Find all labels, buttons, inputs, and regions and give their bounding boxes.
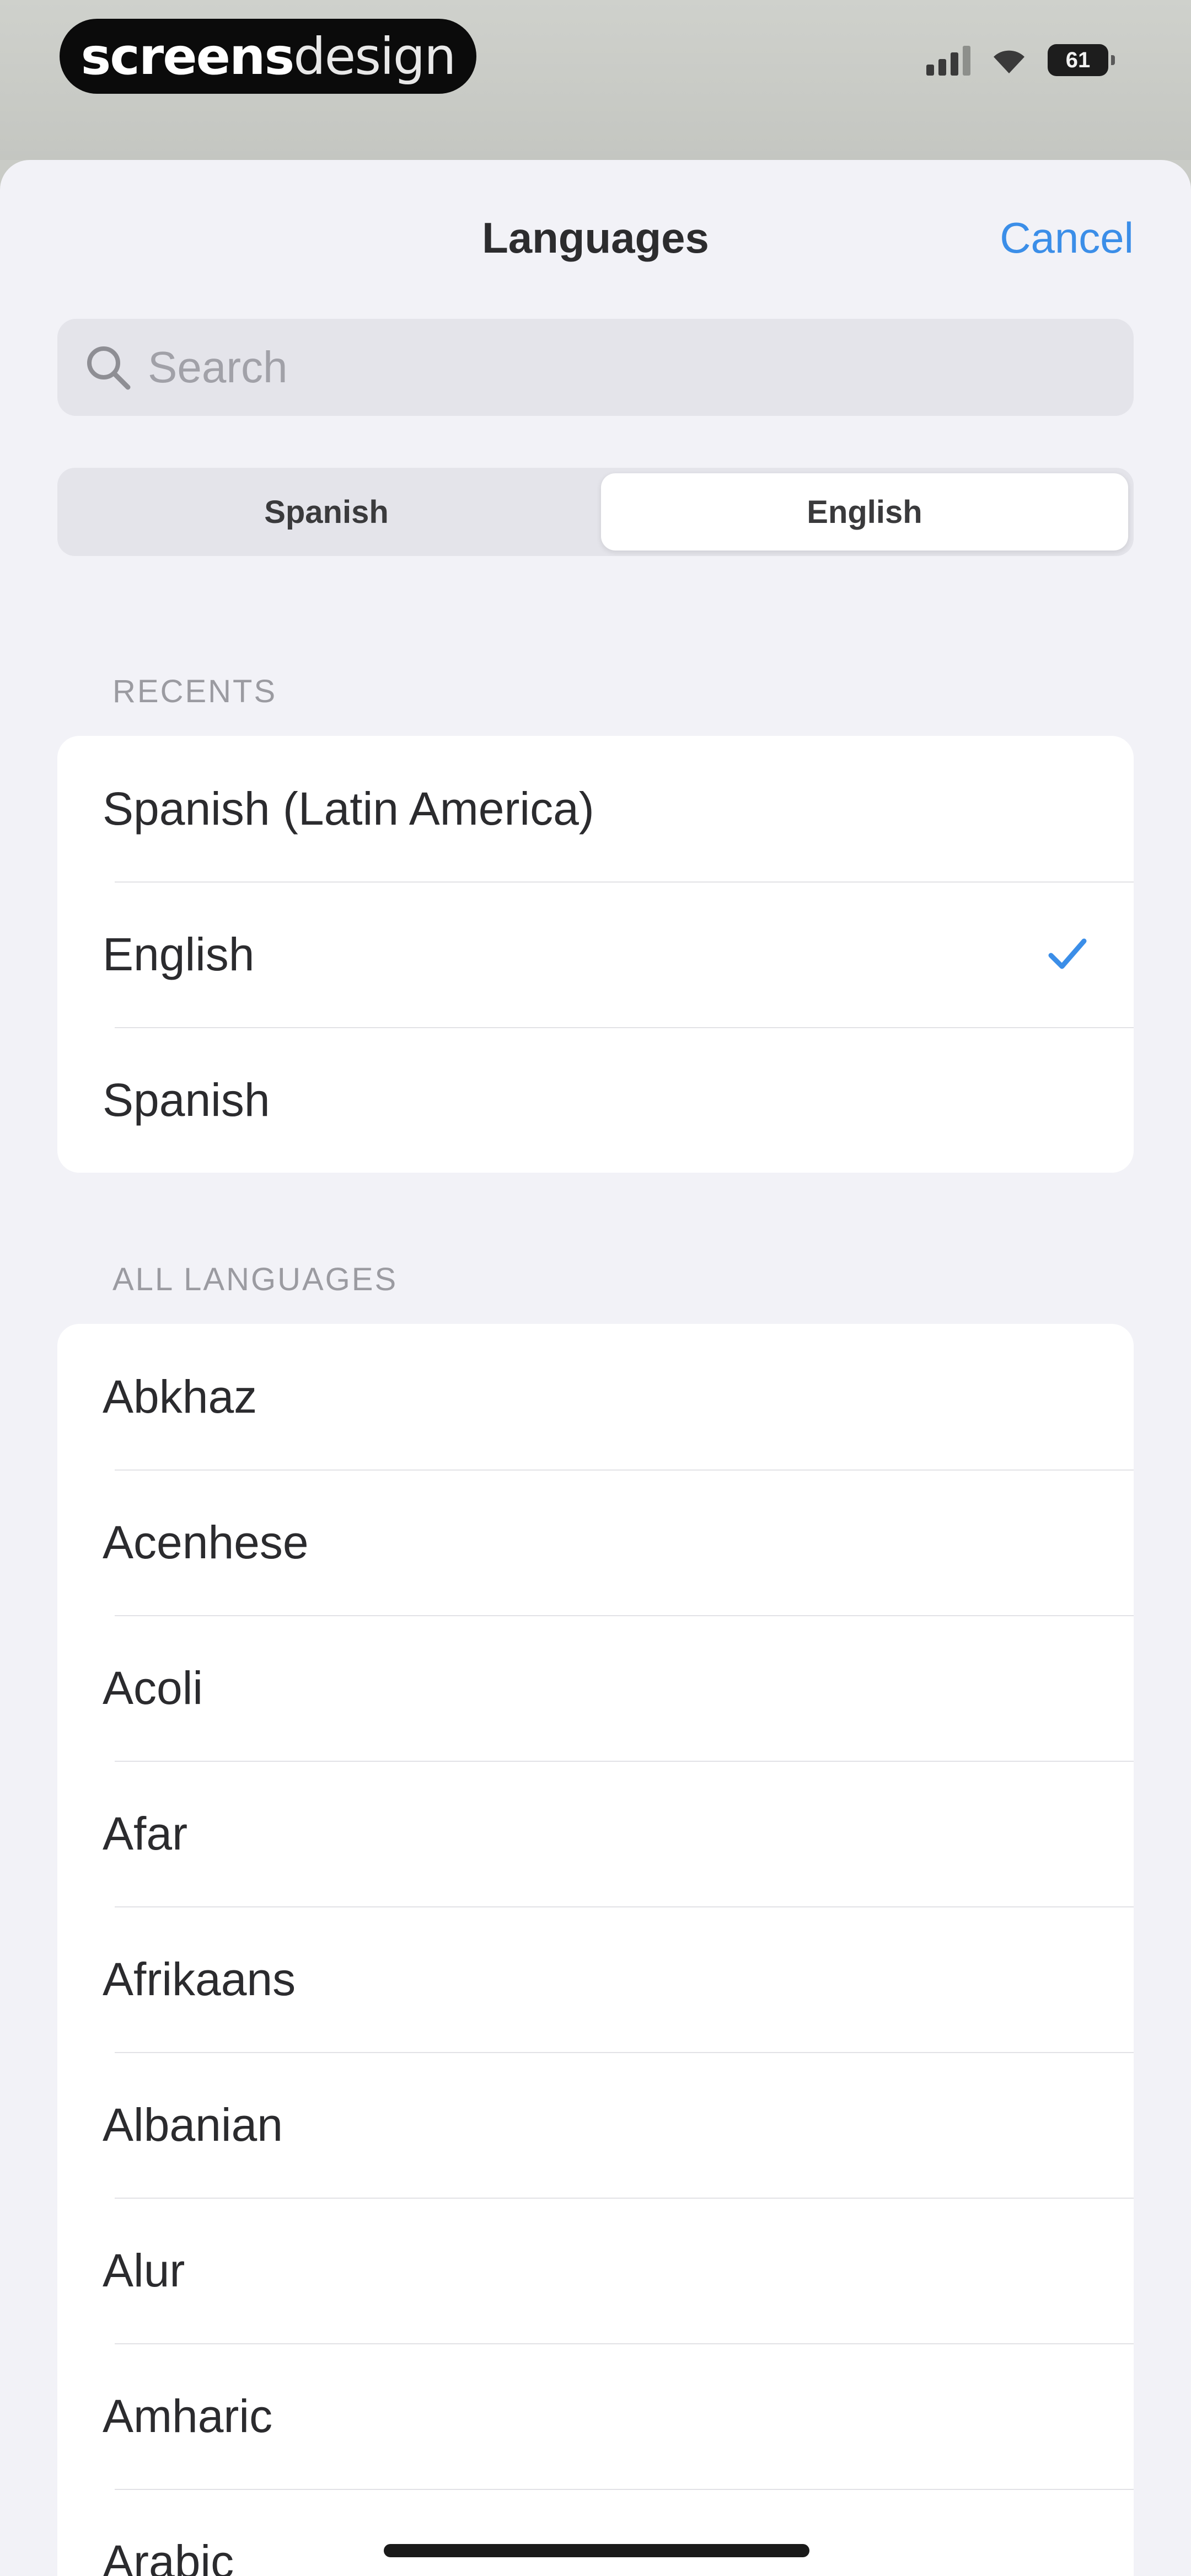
recents-list: Spanish (Latin America) English Spanish xyxy=(57,736,1134,1173)
wifi-icon xyxy=(990,46,1028,74)
list-item-label: Arabic xyxy=(103,2535,234,2576)
search-placeholder: Search xyxy=(148,343,288,392)
list-item[interactable]: Alur xyxy=(57,2198,1134,2343)
status-icons: 61 xyxy=(926,44,1115,76)
search-icon xyxy=(87,346,131,390)
cellular-signal-icon xyxy=(926,45,970,76)
brand-logo-bold: screens xyxy=(81,26,295,86)
list-item-label: Albanian xyxy=(103,2098,283,2151)
list-item-label: Spanish xyxy=(103,1073,270,1126)
list-item[interactable]: Amharic xyxy=(57,2343,1134,2489)
list-item-label: Abkhaz xyxy=(103,1370,257,1423)
list-item[interactable]: Acenhese xyxy=(57,1469,1134,1615)
brand-logo: screens design xyxy=(60,19,476,94)
segment-spanish[interactable]: Spanish xyxy=(63,473,590,551)
list-item-label: Acenhese xyxy=(103,1516,309,1568)
language-direction-segmented-control: Spanish English xyxy=(57,468,1134,556)
segment-english[interactable]: English xyxy=(601,473,1128,551)
languages-sheet: Languages Cancel Search Spanish English … xyxy=(0,160,1191,2576)
battery-level: 61 xyxy=(1065,47,1091,72)
list-item-label: Afar xyxy=(103,1807,188,1859)
recents-header: RECENTS xyxy=(112,674,277,709)
all-languages-list: Abkhaz Acenhese Acoli Afar Afrikaans Alb… xyxy=(57,1324,1134,2576)
brand-logo-thin: design xyxy=(293,26,456,86)
list-item-label: Alur xyxy=(103,2244,185,2296)
search-input[interactable]: Search xyxy=(57,319,1134,416)
list-item[interactable]: Abkhaz xyxy=(57,1324,1134,1469)
list-item-label: English xyxy=(103,928,255,980)
list-item[interactable]: Spanish xyxy=(57,1027,1134,1173)
list-item[interactable]: Acoli xyxy=(57,1615,1134,1761)
home-indicator[interactable] xyxy=(384,2544,809,2557)
list-item[interactable]: Afrikaans xyxy=(57,1906,1134,2052)
list-item[interactable]: English xyxy=(57,881,1134,1027)
list-item-label: Amharic xyxy=(103,2390,273,2442)
status-bar: screens design 61 xyxy=(0,0,1191,160)
list-item[interactable]: Afar xyxy=(57,1761,1134,1906)
checkmark-icon xyxy=(1048,938,1087,969)
cancel-button[interactable]: Cancel xyxy=(1000,213,1134,263)
list-item[interactable]: Albanian xyxy=(57,2052,1134,2198)
list-item-label: Afrikaans xyxy=(103,1953,296,2005)
list-item-label: Acoli xyxy=(103,1661,203,1714)
battery-icon: 61 xyxy=(1048,44,1115,76)
all-languages-header: ALL LANGUAGES xyxy=(112,1262,398,1297)
list-item-label: Spanish (Latin America) xyxy=(103,782,594,835)
list-item[interactable]: Arabic xyxy=(57,2489,1134,2576)
list-item[interactable]: Spanish (Latin America) xyxy=(57,736,1134,881)
